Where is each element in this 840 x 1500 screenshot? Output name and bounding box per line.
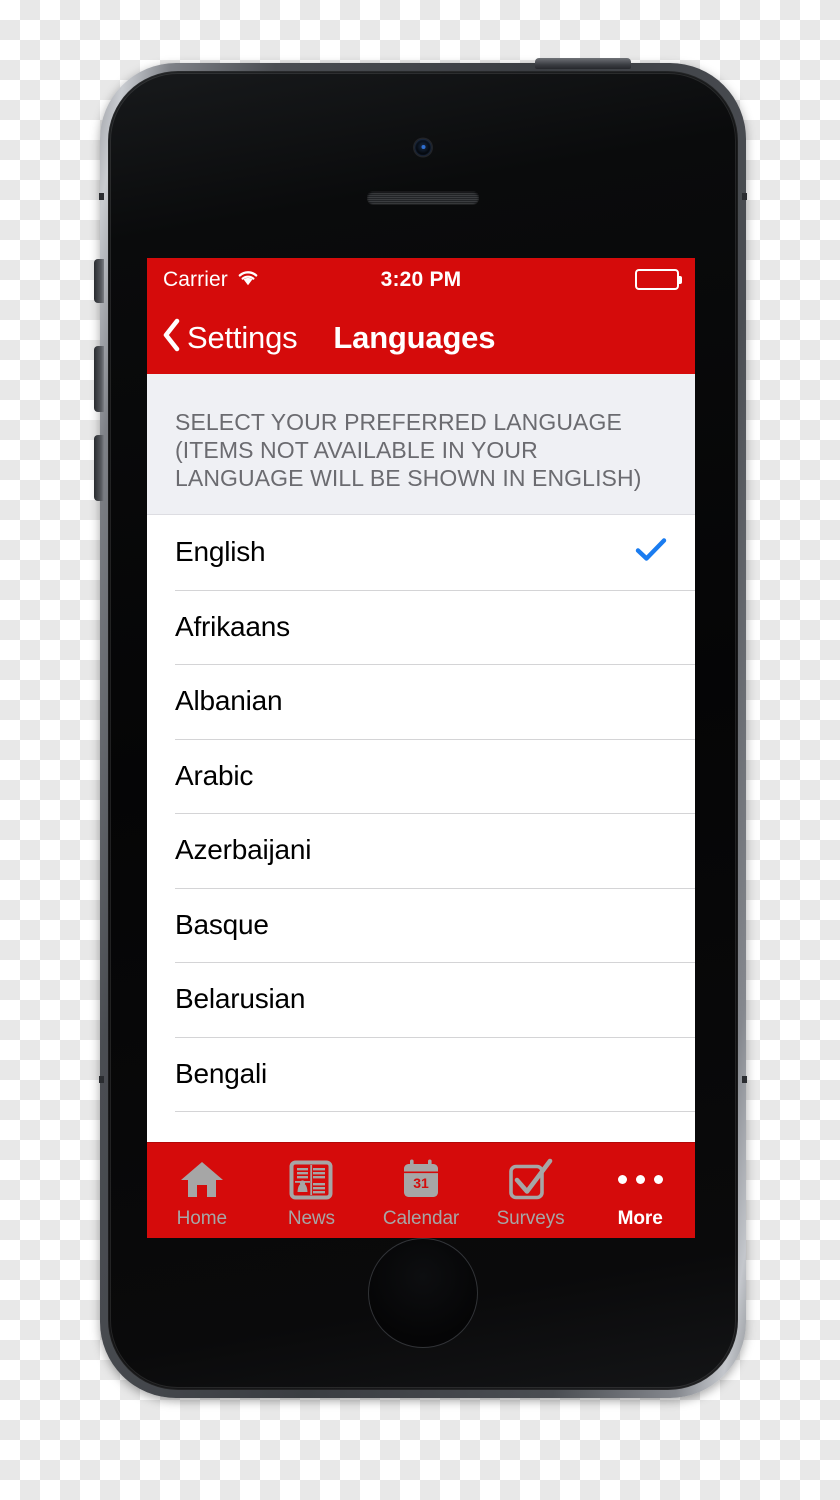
silent-switch[interactable] — [94, 259, 104, 303]
antenna-line-right-top — [742, 193, 747, 200]
tab-home[interactable]: Home — [147, 1143, 257, 1238]
list-item-label: Albanian — [175, 685, 283, 717]
chevron-left-icon — [161, 318, 181, 357]
list-item[interactable]: Arabic — [147, 738, 695, 814]
battery-icon — [635, 269, 679, 290]
ellipsis-icon — [617, 1156, 663, 1204]
tab-bar: Home News 31 Calendar Surveys More — [147, 1142, 695, 1238]
list-item-label: Basque — [175, 908, 269, 940]
newspaper-icon — [289, 1156, 333, 1204]
volume-down-button[interactable] — [94, 435, 104, 501]
antenna-line-left-bottom — [99, 1076, 104, 1083]
carrier-label: Carrier — [163, 267, 228, 291]
main-content: SELECT YOUR PREFERRED LANGUAGE (ITEMS NO… — [147, 374, 695, 1142]
status-bar-left: Carrier — [163, 268, 260, 292]
list-item[interactable]: Basque — [147, 887, 695, 963]
list-item[interactable]: English — [147, 515, 695, 590]
tab-more[interactable]: More — [585, 1143, 695, 1238]
phone-screen: Carrier 3:20 PM Settings Languages SELEC… — [147, 258, 695, 1238]
section-header-label: SELECT YOUR PREFERRED LANGUAGE (ITEMS NO… — [175, 409, 642, 492]
list-item-label: Belarusian — [175, 983, 306, 1015]
tab-calendar-label: Calendar — [382, 1207, 460, 1229]
tab-news-label: News — [287, 1207, 335, 1229]
ellipsis-dot-3 — [653, 1175, 663, 1184]
list-item-label: Afrikaans — [175, 610, 290, 642]
tab-home-label: Home — [176, 1207, 227, 1229]
status-bar: Carrier 3:20 PM — [147, 258, 695, 301]
antenna-line-right-bottom — [742, 1076, 747, 1083]
list-item[interactable]: Azerbaijani — [147, 813, 695, 888]
earpiece-speaker-icon — [367, 191, 479, 204]
home-icon — [179, 1156, 225, 1204]
camera-lens-dot — [421, 144, 425, 149]
wifi-icon — [236, 268, 260, 291]
power-button[interactable] — [535, 58, 631, 69]
calendar-icon: 31 — [399, 1156, 443, 1204]
navigation-bar: Settings Languages — [147, 301, 695, 374]
front-camera-icon — [414, 139, 432, 156]
list-item[interactable]: Albanian — [147, 664, 695, 739]
list-item-label: Azerbaijani — [175, 834, 312, 866]
list-item-label: English — [175, 536, 266, 568]
list-item[interactable]: Bengali — [147, 1036, 695, 1112]
checkbox-icon — [508, 1156, 554, 1204]
tab-surveys-label: Surveys — [496, 1207, 565, 1229]
home-button[interactable] — [368, 1238, 478, 1348]
volume-up-button[interactable] — [94, 346, 104, 412]
list-item[interactable]: Afrikaans — [147, 589, 695, 665]
back-button-label: Settings — [187, 319, 298, 355]
page-title: Languages — [333, 319, 496, 355]
list-item-label: Arabic — [175, 759, 254, 791]
back-button[interactable]: Settings — [161, 318, 298, 357]
tab-news[interactable]: News — [257, 1143, 367, 1238]
checkmark-icon — [635, 537, 667, 568]
language-list[interactable]: English Afrikaans Albanian Arabic Azerba… — [147, 515, 695, 1142]
list-bottom-separator — [147, 1111, 695, 1142]
list-item[interactable]: Belarusian — [147, 962, 695, 1037]
antenna-line-left-top — [99, 193, 104, 200]
tab-surveys[interactable]: Surveys — [476, 1143, 586, 1238]
status-bar-right — [635, 269, 679, 290]
tab-calendar[interactable]: 31 Calendar — [366, 1143, 476, 1238]
svg-text:31: 31 — [413, 1175, 429, 1191]
section-header: SELECT YOUR PREFERRED LANGUAGE (ITEMS NO… — [147, 374, 695, 516]
list-item-label: Bengali — [175, 1057, 268, 1089]
ellipsis-dot-1 — [617, 1175, 627, 1184]
ellipsis-dot-2 — [635, 1175, 645, 1184]
tab-more-label: More — [617, 1207, 663, 1229]
